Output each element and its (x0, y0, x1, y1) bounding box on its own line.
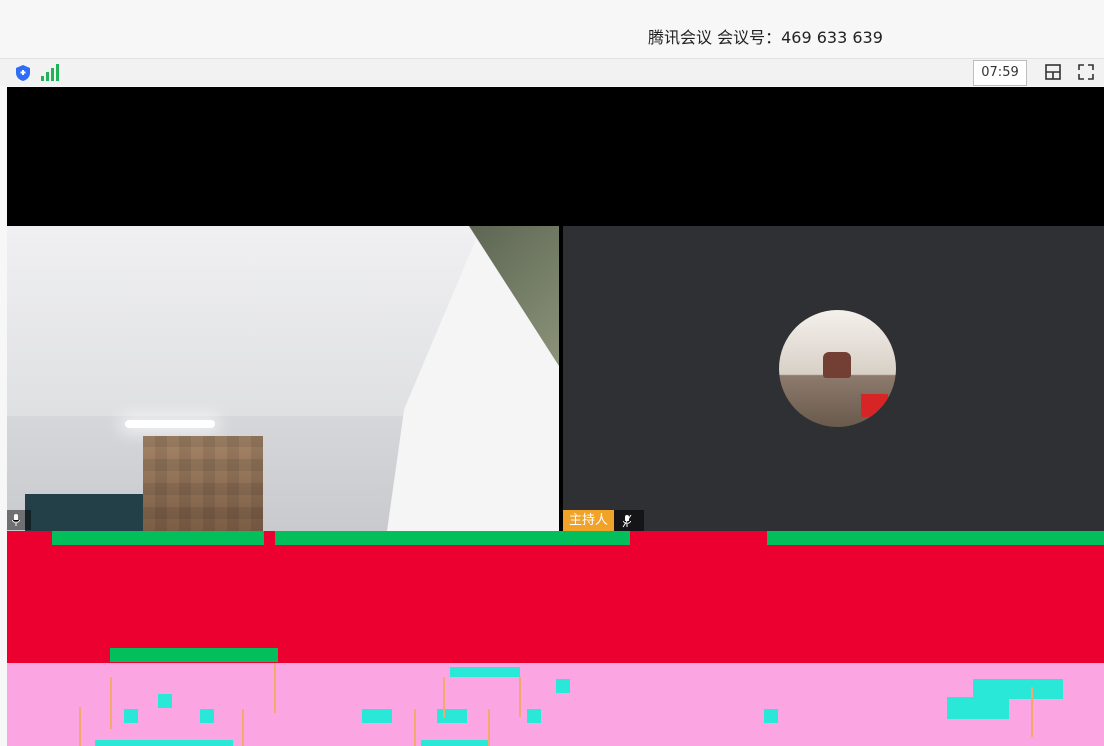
render-glitch-cyan (95, 740, 233, 746)
microphone-muted-icon (622, 514, 632, 528)
meeting-stage: 主持人 (7, 87, 1104, 746)
ceiling-lamp (125, 420, 215, 428)
layout-icon[interactable] (1042, 61, 1064, 83)
render-glitch-line (79, 707, 81, 746)
avatar-person (823, 352, 851, 378)
render-glitch-green (110, 648, 278, 662)
render-glitch-line (1031, 687, 1033, 737)
render-glitch-cyan (421, 740, 489, 746)
host-avatar (779, 310, 896, 427)
render-glitch-line (274, 663, 276, 713)
render-glitch-cyan (362, 709, 392, 723)
render-glitch-green (52, 531, 264, 545)
render-glitch-line (110, 677, 112, 729)
participant-video-left[interactable] (7, 226, 559, 531)
render-glitch-green (275, 531, 630, 545)
fullscreen-icon[interactable] (1075, 61, 1097, 83)
render-glitch-cyan (764, 709, 778, 723)
render-glitch-cyan (158, 694, 172, 708)
render-glitch-red (7, 531, 1104, 663)
render-glitch-cyan (124, 709, 138, 723)
blurred-face (143, 436, 263, 531)
microphone-icon (12, 514, 20, 526)
render-glitch-green (767, 531, 1104, 545)
meeting-title: 腾讯会议 会议号：469 633 639 (648, 28, 883, 47)
window-titlebar: 腾讯会议 会议号：469 633 639 (0, 0, 1104, 59)
render-glitch-line (443, 677, 445, 717)
host-label-row: 主持人 (563, 510, 645, 532)
participant-name-left (7, 510, 31, 530)
render-glitch-cyan (947, 697, 1009, 719)
render-glitch-cyan (973, 679, 1063, 699)
flag-icon (861, 394, 888, 417)
signal-icon[interactable] (41, 63, 61, 81)
participant-video-right[interactable]: 主持人 (563, 226, 1104, 532)
render-glitch-line (488, 709, 490, 746)
render-glitch-line (414, 709, 416, 746)
render-glitch-cyan (556, 679, 570, 693)
render-glitch-cyan (437, 709, 467, 723)
host-name (614, 510, 645, 532)
render-glitch-cyan (200, 709, 214, 723)
render-glitch-line (519, 677, 521, 717)
meeting-toolbar (0, 59, 1104, 86)
render-glitch-cyan (450, 667, 520, 677)
render-glitch-cyan (527, 709, 541, 723)
host-badge: 主持人 (563, 510, 615, 532)
render-glitch-line (242, 709, 244, 746)
shield-icon[interactable] (14, 64, 32, 82)
meeting-timer: 07:59 (973, 60, 1027, 86)
